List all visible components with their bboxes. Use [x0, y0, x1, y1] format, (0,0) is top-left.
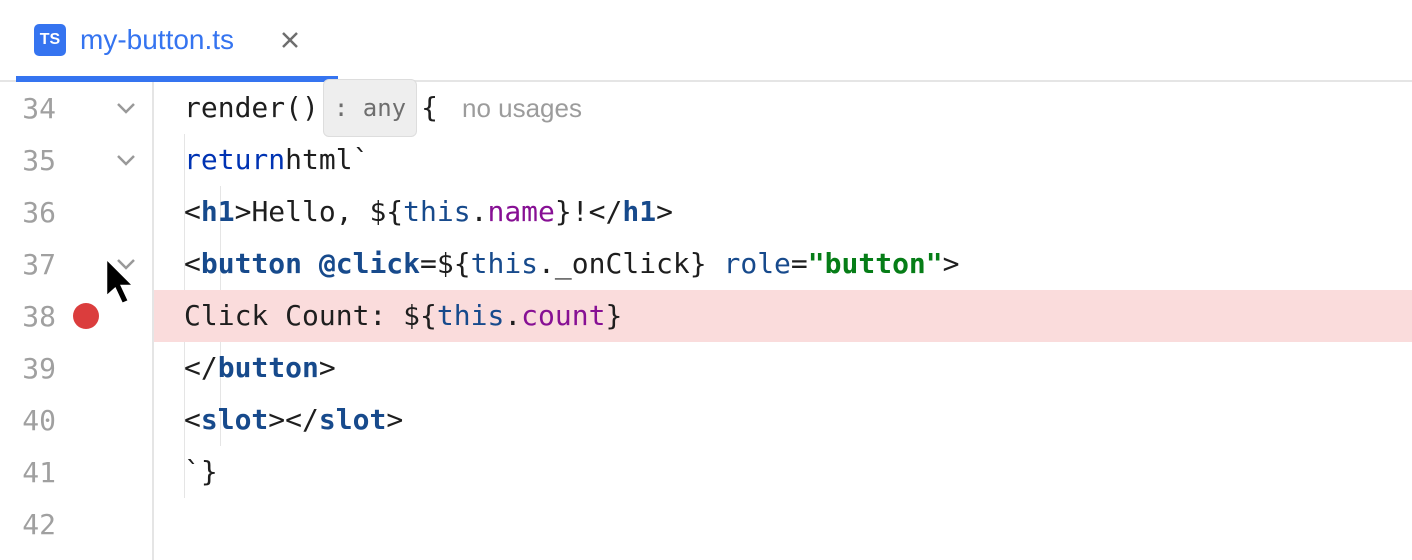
- code-line[interactable]: <button @click=${this._onClick} role="bu…: [154, 238, 1412, 290]
- fold-icon[interactable]: [114, 252, 138, 276]
- line-number[interactable]: 34: [0, 92, 60, 125]
- editor-area: 34 35 36 37 38 39 40: [0, 82, 1412, 560]
- tab-bar: TS my-button.ts: [0, 0, 1412, 82]
- line-number[interactable]: 35: [0, 144, 60, 177]
- fold-icon[interactable]: [114, 96, 138, 120]
- code-line-breakpoint[interactable]: Click Count: ${this.count}: [154, 290, 1412, 342]
- code-line[interactable]: `}: [154, 446, 1412, 498]
- gutter[interactable]: 34 35 36 37 38 39 40: [0, 82, 154, 560]
- code-line[interactable]: render(): any {no usages: [154, 82, 1412, 134]
- line-number[interactable]: 38: [0, 300, 60, 333]
- code-line[interactable]: <slot></slot>: [154, 394, 1412, 446]
- tab-filename: my-button.ts: [80, 24, 234, 56]
- code-area[interactable]: render(): any {no usages return html` <h…: [154, 82, 1412, 560]
- fold-icon[interactable]: [114, 148, 138, 172]
- line-number[interactable]: 41: [0, 456, 60, 489]
- code-line[interactable]: [154, 498, 1412, 550]
- line-number[interactable]: 42: [0, 508, 60, 541]
- line-number[interactable]: 40: [0, 404, 60, 437]
- typescript-file-icon: TS: [34, 24, 66, 56]
- usages-hint[interactable]: no usages: [462, 82, 582, 134]
- line-number[interactable]: 36: [0, 196, 60, 229]
- return-type-hint: : any: [323, 79, 417, 137]
- line-number[interactable]: 37: [0, 248, 60, 281]
- code-line[interactable]: return html`: [154, 134, 1412, 186]
- line-number[interactable]: 39: [0, 352, 60, 385]
- close-tab-icon[interactable]: [280, 30, 300, 50]
- code-line[interactable]: </button>: [154, 342, 1412, 394]
- code-line[interactable]: <h1>Hello, ${this.name}!</h1>: [154, 186, 1412, 238]
- file-icon-text: TS: [40, 31, 60, 49]
- breakpoint-marker[interactable]: [73, 303, 99, 329]
- file-tab[interactable]: TS my-button.ts: [14, 0, 320, 80]
